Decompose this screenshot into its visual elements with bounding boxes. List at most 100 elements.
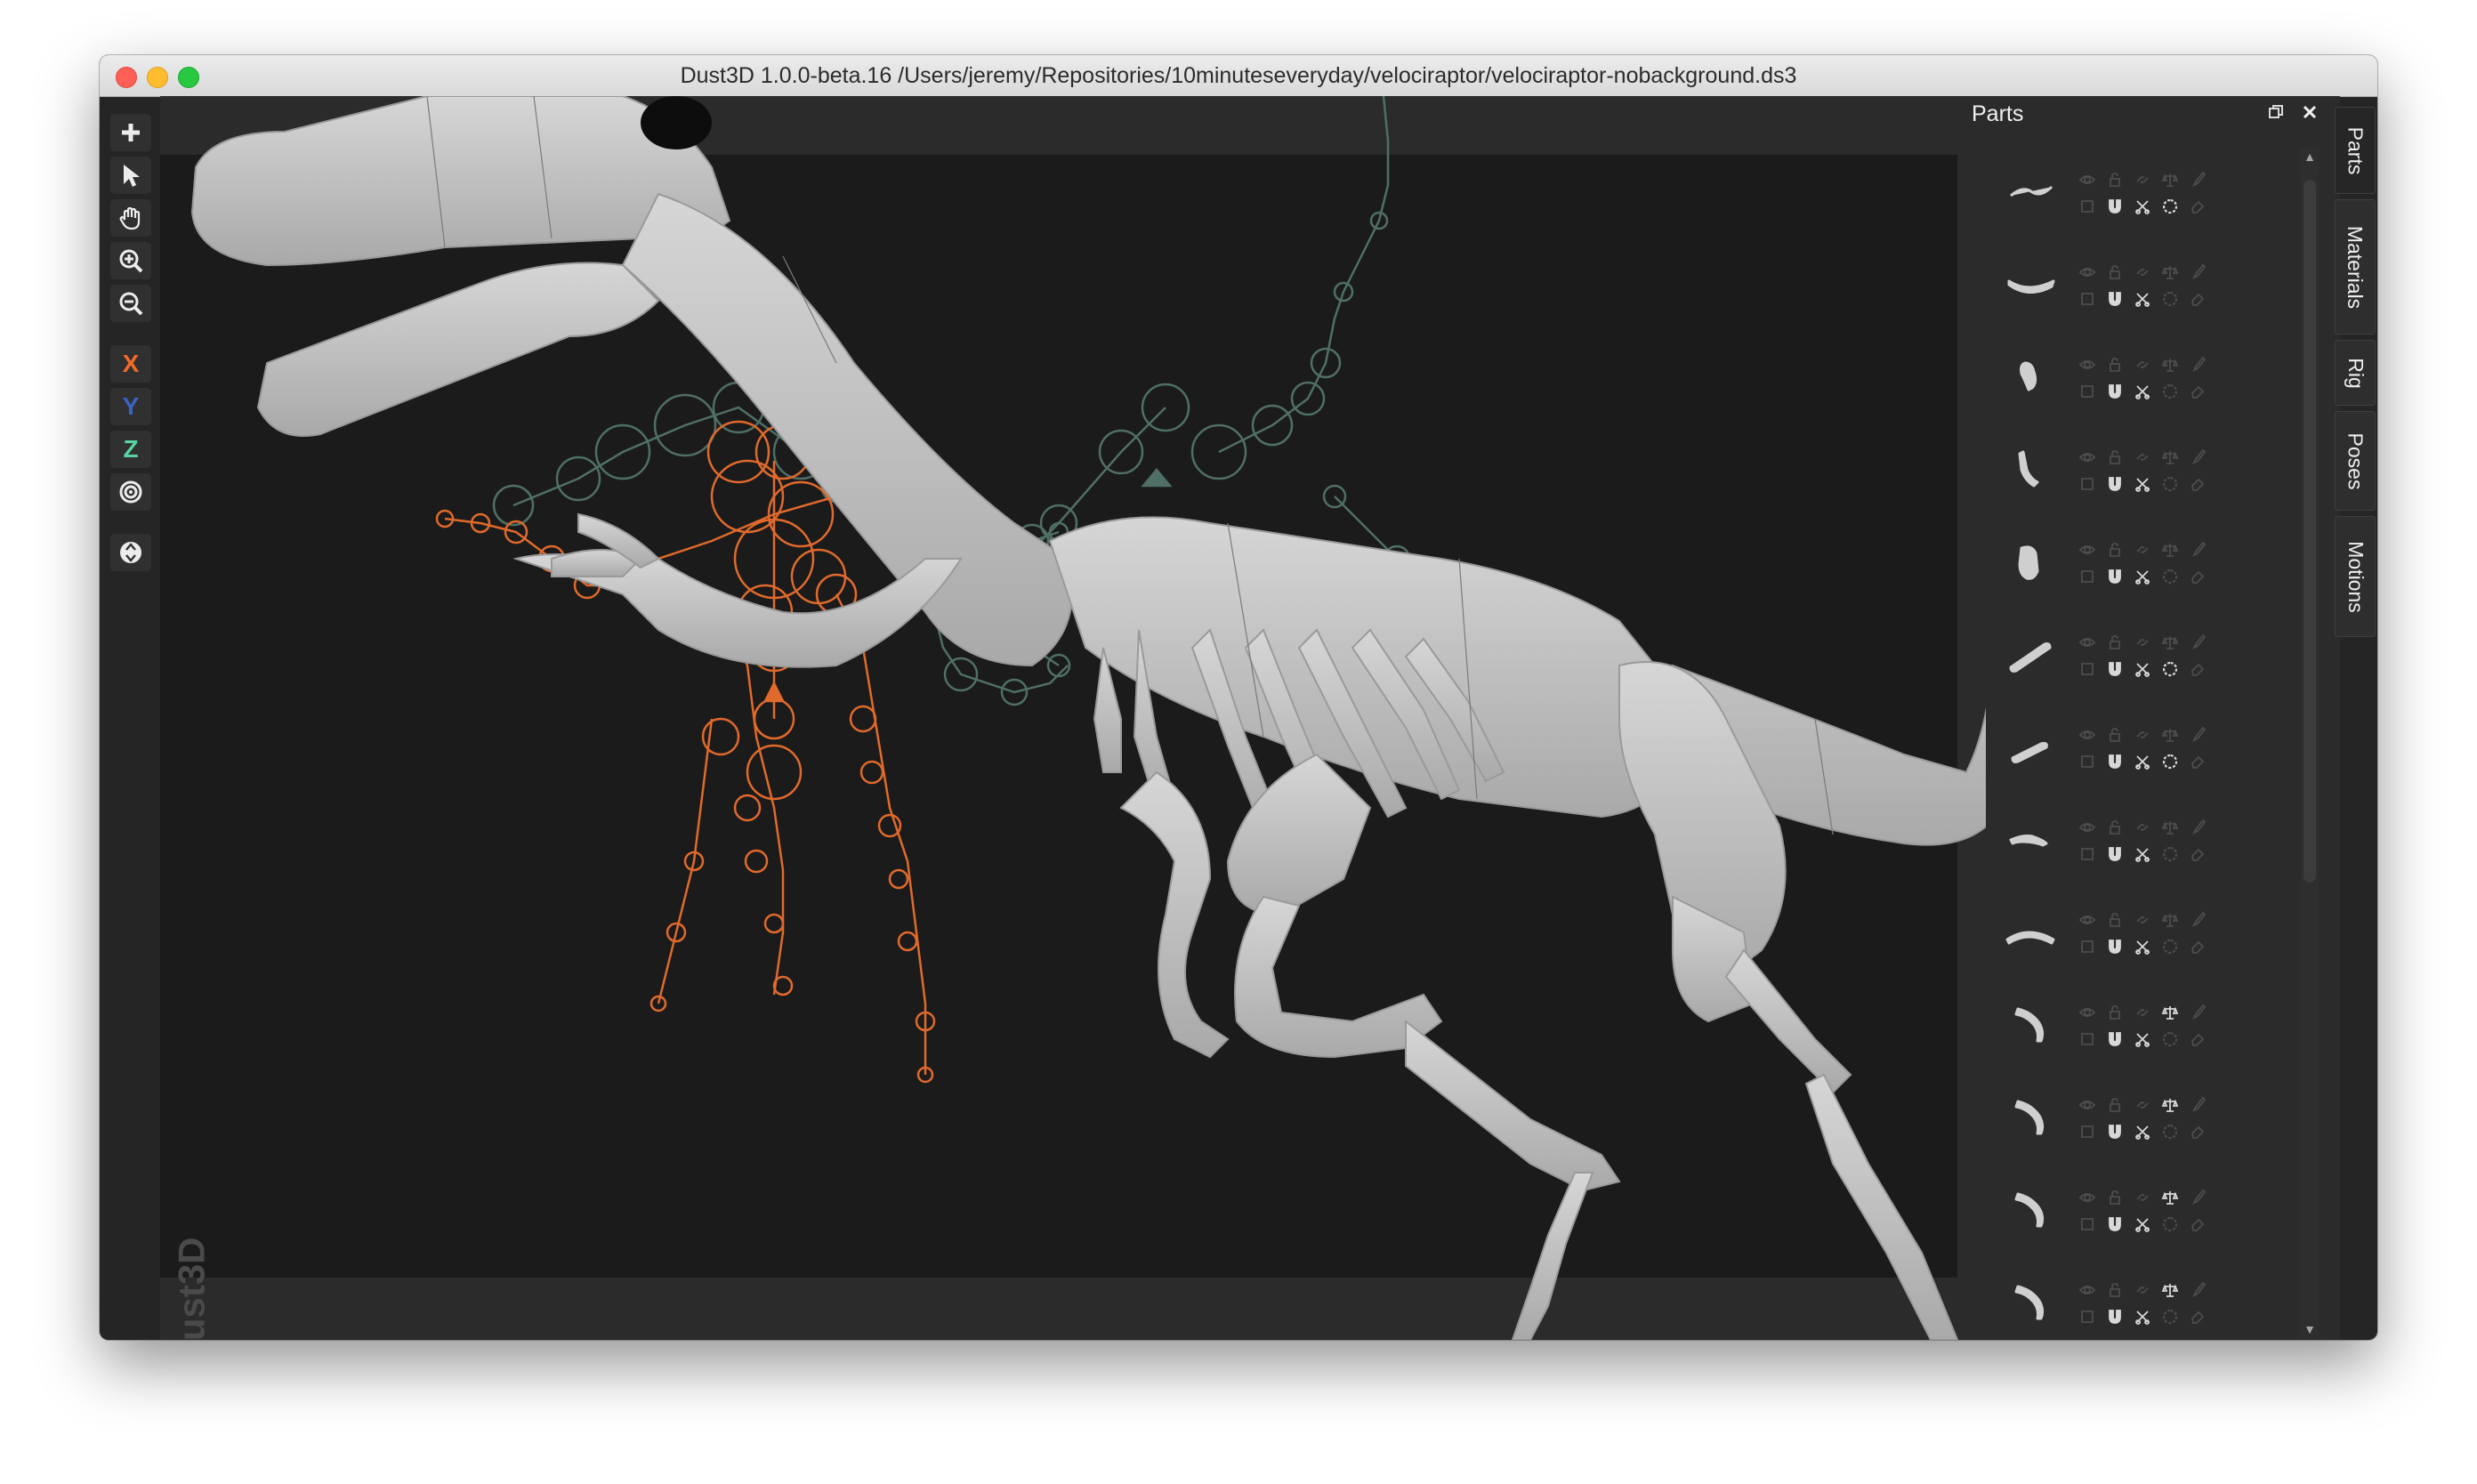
- eraser-icon[interactable]: [2189, 290, 2207, 308]
- zoom-out-button[interactable]: [110, 285, 151, 322]
- 3d-viewport[interactable]: Dust3D: [160, 96, 2075, 1340]
- eraser-icon[interactable]: [2189, 753, 2207, 770]
- eraser-icon[interactable]: [2189, 938, 2207, 956]
- eraser-icon[interactable]: [2189, 1030, 2207, 1048]
- checkbox-icon[interactable]: [2078, 845, 2096, 863]
- link-icon[interactable]: [2134, 356, 2151, 374]
- checkbox-icon[interactable]: [2078, 383, 2096, 400]
- circle-icon[interactable]: [2161, 383, 2179, 400]
- eye-icon[interactable]: [2078, 171, 2096, 189]
- checkbox-icon[interactable]: [2078, 475, 2096, 493]
- scissors-icon[interactable]: [2134, 1030, 2151, 1048]
- regenerate-button[interactable]: [110, 534, 151, 571]
- tab-materials[interactable]: Materials: [2335, 199, 2376, 335]
- link-icon[interactable]: [2134, 1004, 2151, 1021]
- eye-icon[interactable]: [2078, 356, 2096, 374]
- magnet-icon[interactable]: [2106, 383, 2124, 400]
- brush-icon[interactable]: [2189, 356, 2207, 374]
- scissors-icon[interactable]: [2134, 1308, 2151, 1326]
- brush-icon[interactable]: [2189, 1189, 2207, 1206]
- magnet-icon[interactable]: [2106, 753, 2124, 770]
- circle-icon[interactable]: [2161, 938, 2179, 956]
- magnet-icon[interactable]: [2106, 1215, 2124, 1233]
- brush-icon[interactable]: [2189, 726, 2207, 744]
- part-row[interactable]: [1989, 706, 2279, 799]
- scissors-icon[interactable]: [2134, 1215, 2151, 1233]
- magnet-icon[interactable]: [2106, 1308, 2124, 1326]
- eraser-icon[interactable]: [2189, 660, 2207, 678]
- circle-icon[interactable]: [2161, 845, 2179, 863]
- tab-motions[interactable]: Motions: [2335, 516, 2376, 637]
- brush-icon[interactable]: [2189, 1096, 2207, 1114]
- lock-icon[interactable]: [2106, 1189, 2124, 1206]
- lock-icon[interactable]: [2106, 819, 2124, 836]
- close-panel-button[interactable]: [2299, 103, 2320, 125]
- circle-icon[interactable]: [2161, 568, 2179, 585]
- link-icon[interactable]: [2134, 1096, 2151, 1114]
- balance-icon[interactable]: [2161, 171, 2179, 189]
- z-lock-button[interactable]: Z: [110, 431, 151, 468]
- brush-icon[interactable]: [2189, 819, 2207, 836]
- magnet-icon[interactable]: [2106, 568, 2124, 585]
- eraser-icon[interactable]: [2189, 568, 2207, 585]
- lock-icon[interactable]: [2106, 633, 2124, 651]
- part-thumbnail[interactable]: [2002, 1091, 2059, 1144]
- magnet-icon[interactable]: [2106, 938, 2124, 956]
- balance-icon[interactable]: [2161, 263, 2179, 281]
- y-lock-button[interactable]: Y: [110, 388, 151, 425]
- x-mirror-button[interactable]: X: [110, 345, 151, 383]
- eraser-icon[interactable]: [2189, 1308, 2207, 1326]
- part-thumbnail[interactable]: [2002, 998, 2059, 1052]
- brush-icon[interactable]: [2189, 911, 2207, 929]
- part-thumbnail[interactable]: [2002, 258, 2059, 311]
- eye-icon[interactable]: [2078, 1004, 2096, 1021]
- checkbox-icon[interactable]: [2078, 1123, 2096, 1141]
- link-icon[interactable]: [2134, 541, 2151, 559]
- part-row[interactable]: [1989, 521, 2279, 614]
- lock-icon[interactable]: [2106, 541, 2124, 559]
- circle-icon[interactable]: [2161, 1215, 2179, 1233]
- eraser-icon[interactable]: [2189, 845, 2207, 863]
- eye-icon[interactable]: [2078, 1281, 2096, 1299]
- radius-lock-button[interactable]: [110, 473, 151, 511]
- part-thumbnail[interactable]: [2002, 351, 2059, 404]
- scissors-icon[interactable]: [2134, 938, 2151, 956]
- lock-icon[interactable]: [2106, 1004, 2124, 1021]
- link-icon[interactable]: [2134, 633, 2151, 651]
- checkbox-icon[interactable]: [2078, 753, 2096, 770]
- brush-icon[interactable]: [2189, 448, 2207, 466]
- balance-icon[interactable]: [2161, 1189, 2179, 1206]
- balance-icon[interactable]: [2161, 541, 2179, 559]
- balance-icon[interactable]: [2161, 633, 2179, 651]
- magnet-icon[interactable]: [2106, 290, 2124, 308]
- scissors-icon[interactable]: [2134, 290, 2151, 308]
- model-render[interactable]: [160, 96, 2075, 1340]
- eye-icon[interactable]: [2078, 541, 2096, 559]
- balance-icon[interactable]: [2161, 448, 2179, 466]
- part-row[interactable]: [1989, 336, 2279, 429]
- circle-icon[interactable]: [2161, 660, 2179, 678]
- balance-icon[interactable]: [2161, 726, 2179, 744]
- tab-parts[interactable]: Parts: [2335, 107, 2376, 194]
- brush-icon[interactable]: [2189, 1004, 2207, 1021]
- checkbox-icon[interactable]: [2078, 568, 2096, 585]
- eraser-icon[interactable]: [2189, 1215, 2207, 1233]
- eraser-icon[interactable]: [2189, 198, 2207, 215]
- part-thumbnail[interactable]: [2002, 721, 2059, 774]
- eye-icon[interactable]: [2078, 911, 2096, 929]
- scissors-icon[interactable]: [2134, 568, 2151, 585]
- brush-icon[interactable]: [2189, 263, 2207, 281]
- part-thumbnail[interactable]: [2002, 165, 2059, 219]
- eye-icon[interactable]: [2078, 1189, 2096, 1206]
- part-thumbnail[interactable]: [2002, 906, 2059, 959]
- brush-icon[interactable]: [2189, 171, 2207, 189]
- part-thumbnail[interactable]: [2002, 1276, 2059, 1329]
- part-thumbnail[interactable]: [2002, 813, 2059, 867]
- circle-icon[interactable]: [2161, 198, 2179, 215]
- eraser-icon[interactable]: [2189, 383, 2207, 400]
- link-icon[interactable]: [2134, 448, 2151, 466]
- balance-icon[interactable]: [2161, 1096, 2179, 1114]
- circle-icon[interactable]: [2161, 753, 2179, 770]
- brush-icon[interactable]: [2189, 1281, 2207, 1299]
- link-icon[interactable]: [2134, 1189, 2151, 1206]
